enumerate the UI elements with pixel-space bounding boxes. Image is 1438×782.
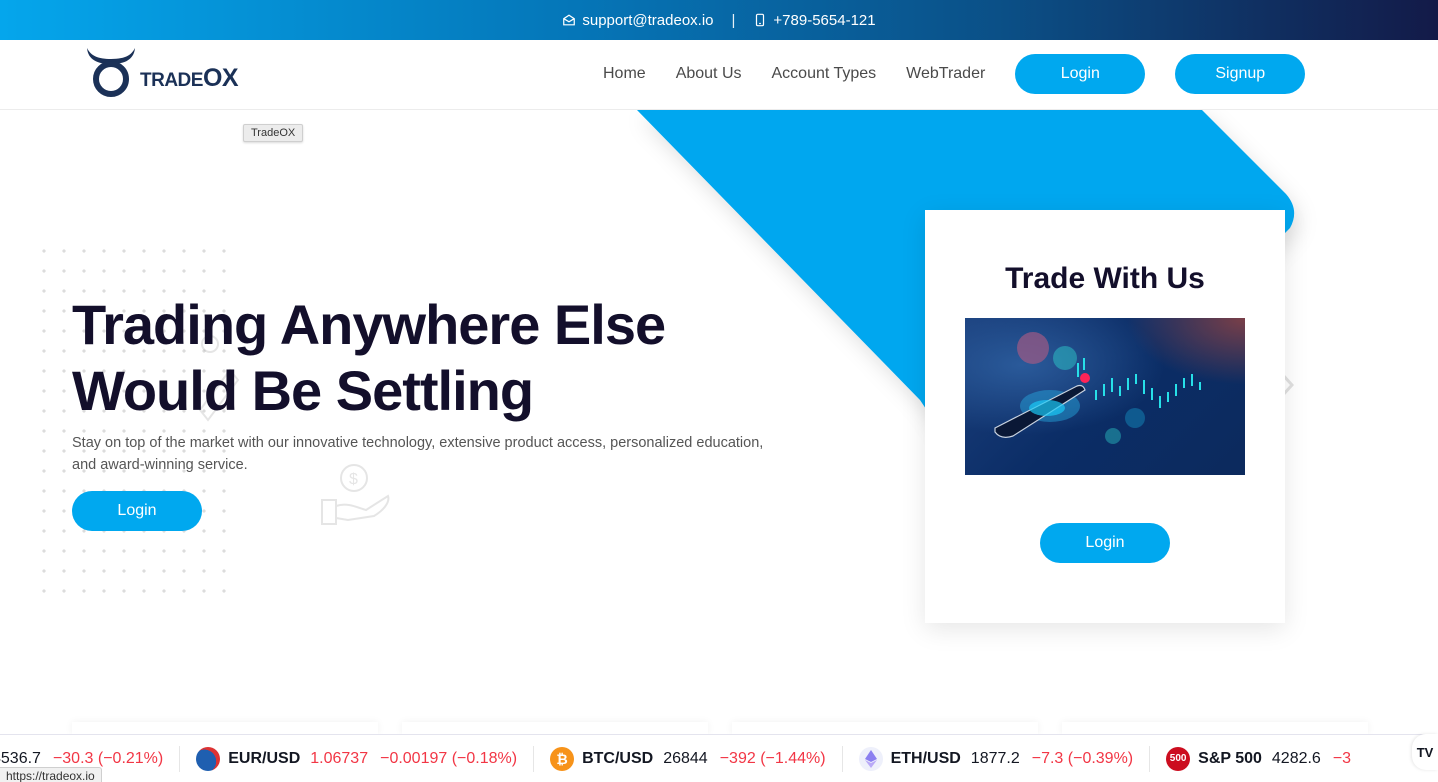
feature-card-2	[402, 722, 708, 734]
ticker-item[interactable]: ETH/USD 1877.2 −7.3 (−0.39%)	[843, 745, 1151, 772]
ticker-price: 26844	[663, 749, 708, 767]
nav-webtrader[interactable]: WebTrader	[906, 54, 985, 94]
ticker-item[interactable]: 500 S&P 500 4282.6 −3	[1150, 746, 1367, 772]
ticker-price: 1.06737	[310, 749, 369, 767]
logo-tooltip: TradeOX	[243, 124, 304, 142]
phone-contact[interactable]: +789-5654-121	[753, 11, 876, 29]
hero-title-line-2: Would Be Settling	[72, 359, 534, 422]
bitcoin-icon: ₿	[550, 746, 575, 771]
card-title: Trade With Us	[1005, 262, 1205, 295]
hero-login-button[interactable]: Login	[72, 491, 202, 531]
main-nav: Home About Us Account Types WebTrader Lo…	[603, 54, 1306, 94]
hero-title-line-1: Trading Anywhere Else	[72, 293, 666, 356]
ticker-symbol: ETH/USD	[890, 749, 961, 767]
email-contact[interactable]: support@tradeox.io	[562, 11, 714, 29]
feature-card-1	[72, 722, 378, 734]
nav-home[interactable]: Home	[603, 54, 646, 94]
ethereum-icon	[858, 746, 883, 771]
ticker-symbol: BTC/USD	[582, 749, 654, 767]
feature-card-3	[732, 722, 1038, 734]
tradeox-logo[interactable]: TRADEOX	[84, 46, 239, 98]
trading-phone-illustration	[965, 318, 1245, 475]
contact-separator: |	[731, 11, 736, 29]
hero-title: Trading Anywhere Else Would Be Settling	[72, 292, 832, 424]
mobile-phone-icon	[756, 13, 765, 27]
phone-chart-illustration-icon	[994, 332, 1201, 444]
header-signup-button[interactable]: Signup	[1175, 54, 1306, 94]
top-contact-bar: support@tradeox.io | +789-5654-121	[0, 0, 1438, 40]
email-text: support@tradeox.io	[582, 11, 714, 29]
nav-about-us[interactable]: About Us	[676, 54, 742, 94]
ticker-item[interactable]: EUR/USD 1.06737 −0.00197 (−0.18%)	[180, 745, 535, 772]
ticker-symbol: S&P 500	[1198, 749, 1262, 767]
browser-status-url: https://tradeox.io	[0, 767, 102, 782]
ticker-price: 4282.6	[1271, 749, 1321, 767]
ticker-item[interactable]: ₿ BTC/USD 26844 −392 (−1.44%)	[534, 745, 843, 772]
tradingview-logo-icon[interactable]: TV	[1412, 734, 1438, 770]
ticker-change: −30.3 (−0.21%)	[52, 749, 164, 767]
ticker-symbol: EUR/USD	[228, 749, 301, 767]
bull-logo-icon	[87, 48, 135, 97]
phone-text: +789-5654-121	[773, 11, 876, 29]
ticker-change: −0.00197 (−0.18%)	[380, 749, 518, 767]
ticker-change: −3	[1332, 749, 1352, 767]
feature-card-4	[1062, 722, 1368, 734]
ticker-price: 1877.2	[970, 749, 1020, 767]
eu-us-flag-icon	[196, 746, 221, 771]
ticker-change: −7.3 (−0.39%)	[1031, 749, 1134, 767]
logo-wordmark: TRADEOX	[140, 64, 239, 92]
hero-subtitle: Stay on top of the market with our innov…	[72, 435, 764, 473]
ticker-price: 4536.7	[0, 749, 41, 767]
sp500-icon: 500	[1166, 746, 1191, 771]
envelope-icon	[563, 14, 576, 26]
trade-with-us-card: Trade With Us Login	[925, 210, 1285, 623]
nav-account-types[interactable]: Account Types	[772, 54, 877, 94]
ticker-change: −392 (−1.44%)	[719, 749, 826, 767]
header-login-button[interactable]: Login	[1015, 54, 1146, 94]
market-ticker-tape: 4536.7 −30.3 (−0.21%) EUR/USD 1.06737 −0…	[0, 734, 1438, 782]
card-login-button[interactable]: Login	[1040, 523, 1170, 563]
site-header: TRADEOX Home About Us Account Types WebT…	[0, 40, 1438, 110]
